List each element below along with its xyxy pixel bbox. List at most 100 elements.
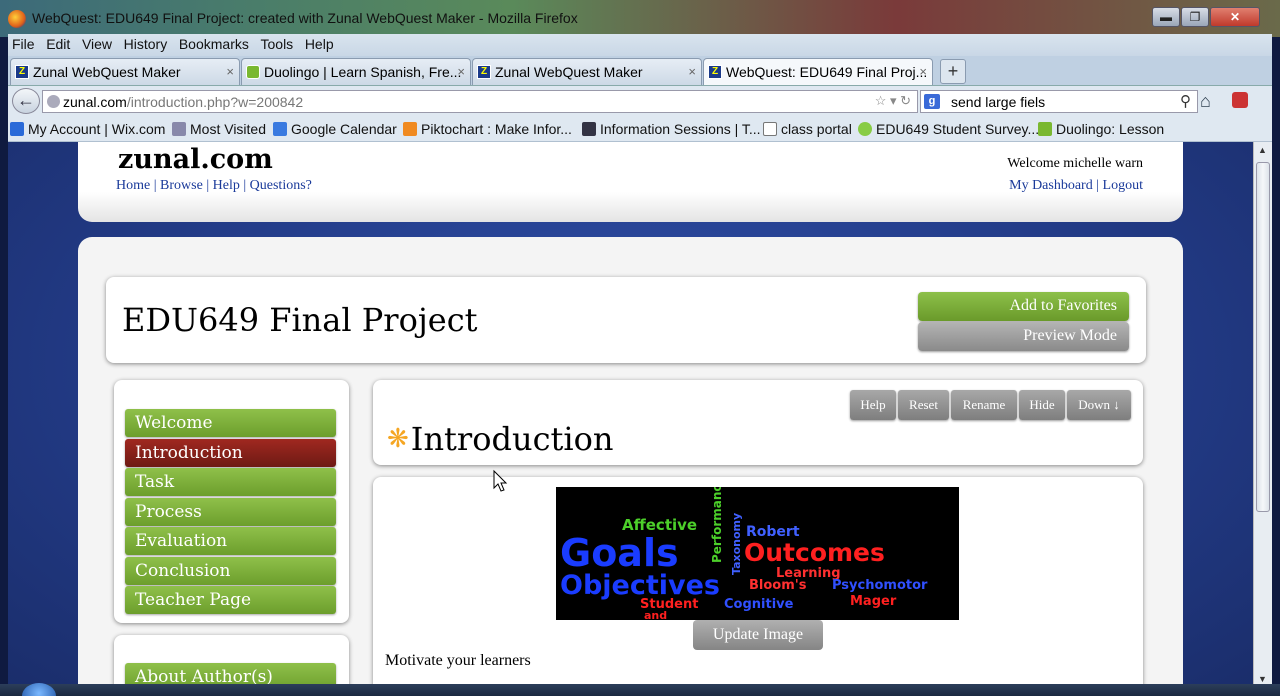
search-icon[interactable]: ⚲ [1180, 92, 1191, 110]
back-button[interactable]: ← [12, 88, 40, 114]
hide-button[interactable]: Hide [1019, 390, 1065, 420]
new-tab-button[interactable]: + [940, 59, 966, 84]
word-psychomotor: Psychomotor [832, 578, 928, 593]
search-bar[interactable]: g send large fiels ⚲ [920, 90, 1198, 113]
url-path: /introduction.php?w=200842 [126, 94, 304, 110]
bookmark-label: Duolingo: Lesson [1056, 121, 1165, 137]
bookmarks-toolbar: My Account | Wix.com Most Visited Google… [8, 116, 1272, 142]
sidebar-item-task[interactable]: Task [125, 468, 336, 496]
menu-view[interactable]: View [78, 34, 116, 54]
bookmark-info-sessions[interactable]: Information Sessions | T... [582, 121, 761, 137]
menu-bar: File Edit View History Bookmarks Tools H… [8, 34, 1272, 56]
window-title: WebQuest: EDU649 Final Project: created … [32, 10, 578, 26]
bookmark-edu649-survey[interactable]: EDU649 Student Survey... [858, 121, 1039, 137]
menu-bookmarks[interactable]: Bookmarks [175, 34, 253, 54]
menu-tools[interactable]: Tools [257, 34, 298, 54]
main-panel: EDU649 Final Project Add to Favorites Pr… [78, 237, 1183, 696]
tab-bar: Z Zunal WebQuest Maker × Duolingo | Lear… [8, 56, 1272, 86]
star-reload-icons[interactable]: ☆ ▾ ↻ [875, 93, 911, 109]
google-icon[interactable]: g [924, 94, 940, 109]
bookmark-label: Most Visited [190, 121, 266, 137]
tab-label: Zunal WebQuest Maker [495, 64, 643, 80]
section-content-box: Affective Performance Taxonomy Robert Go… [373, 477, 1143, 696]
bookmark-most-visited[interactable]: Most Visited [172, 121, 266, 137]
vertical-scrollbar[interactable]: ▲ ▼ [1253, 142, 1272, 696]
bookmark-label: Google Calendar [291, 121, 397, 137]
bookmark-piktochart[interactable]: Piktochart : Make Infor... [403, 121, 572, 137]
add-to-favorites-button[interactable]: Add to Favorites [918, 292, 1129, 321]
duolingo-icon [1038, 122, 1052, 136]
folder-icon [172, 122, 186, 136]
word-blooms: Bloom's [749, 578, 807, 593]
firefox-icon [8, 10, 26, 28]
wix-icon [10, 122, 24, 136]
tab-zunal-1[interactable]: Z Zunal WebQuest Maker × [10, 58, 240, 85]
site-logo[interactable]: zunal.com [118, 144, 273, 175]
rename-button[interactable]: Rename [951, 390, 1017, 420]
scrollbar-thumb[interactable] [1256, 162, 1270, 512]
section-heading-text: Introduction [410, 420, 614, 458]
reset-button[interactable]: Reset [898, 390, 949, 420]
bookmark-wix[interactable]: My Account | Wix.com [10, 121, 165, 137]
preview-mode-button[interactable]: Preview Mode [918, 322, 1129, 351]
link-dashboard[interactable]: My Dashboard [1009, 178, 1093, 193]
link-questions[interactable]: Questions? [250, 178, 312, 193]
bookmark-label: class portal [781, 121, 852, 137]
word-objectives: Objectives [560, 570, 720, 601]
zunal-icon: Z [15, 65, 29, 79]
sidebar-item-teacher-page[interactable]: Teacher Page [125, 586, 336, 614]
addon-icon[interactable] [1232, 92, 1248, 108]
tab-close-icon[interactable]: × [457, 64, 465, 79]
menu-edit[interactable]: Edit [42, 34, 74, 54]
sidebar-item-conclusion[interactable]: Conclusion [125, 557, 336, 585]
help-button[interactable]: Help [850, 390, 896, 420]
update-image-button[interactable]: Update Image [693, 620, 823, 650]
tab-webquest-active[interactable]: Z WebQuest: EDU649 Final Proj... × [703, 58, 933, 85]
bookmark-label: Piktochart : Make Infor... [421, 121, 572, 137]
menu-history[interactable]: History [120, 34, 172, 54]
site-header: zunal.com Home | Browse | Help | Questio… [78, 142, 1183, 222]
move-down-button[interactable]: Down ↓ [1067, 390, 1131, 420]
globe-icon [47, 95, 60, 108]
tab-duolingo[interactable]: Duolingo | Learn Spanish, Fre... × [241, 58, 471, 85]
bookmark-class-portal[interactable]: class portal [763, 121, 852, 137]
calendar-icon [273, 122, 287, 136]
window-frame-left [0, 0, 8, 696]
sidebar-item-welcome[interactable]: Welcome [125, 409, 336, 437]
menu-file[interactable]: File [8, 34, 39, 54]
word-goals: Goals [560, 531, 679, 575]
sidebar-nav: Welcome Introduction Task Process Evalua… [114, 380, 349, 623]
sidebar-item-process[interactable]: Process [125, 498, 336, 526]
restore-button[interactable]: ❐ [1181, 7, 1209, 27]
home-icon[interactable]: ⌂ [1200, 91, 1211, 112]
link-browse[interactable]: Browse [160, 178, 203, 193]
bookmark-duolingo-lesson[interactable]: Duolingo: Lesson [1038, 121, 1164, 137]
word-outcomes: Outcomes [744, 538, 885, 567]
bookmark-google-calendar[interactable]: Google Calendar [273, 121, 397, 137]
scroll-up-icon[interactable]: ▲ [1258, 145, 1267, 155]
bookmark-label: My Account | Wix.com [28, 121, 166, 137]
project-title-box: EDU649 Final Project Add to Favorites Pr… [106, 277, 1146, 363]
link-logout[interactable]: Logout [1103, 178, 1143, 193]
tab-close-icon[interactable]: × [226, 64, 234, 79]
tab-zunal-2[interactable]: Z Zunal WebQuest Maker × [472, 58, 702, 85]
zunal-icon: Z [477, 65, 491, 79]
tab-label: Zunal WebQuest Maker [33, 64, 181, 80]
word-robert: Robert [746, 524, 800, 540]
link-help[interactable]: Help [213, 178, 240, 193]
link-home[interactable]: Home [116, 178, 150, 193]
scroll-down-icon[interactable]: ▼ [1258, 674, 1267, 684]
tab-close-icon[interactable]: × [919, 64, 927, 79]
sidebar-item-evaluation[interactable]: Evaluation [125, 527, 336, 555]
mouse-cursor-icon [493, 469, 508, 492]
menu-help[interactable]: Help [301, 34, 338, 54]
word-and: and [644, 609, 668, 620]
tab-close-icon[interactable]: × [688, 64, 696, 79]
word-performance: Performance [710, 487, 724, 563]
tab-label: WebQuest: EDU649 Final Proj... [726, 64, 928, 80]
close-button[interactable]: ✕ [1210, 7, 1260, 27]
section-header-box: Help Reset Rename Hide Down ↓ ❋Introduct… [373, 380, 1143, 465]
sidebar-item-introduction[interactable]: Introduction [125, 439, 336, 467]
minimize-button[interactable]: ▬ [1152, 7, 1180, 27]
url-bar[interactable]: zunal.com/introduction.php?w=200842 ☆ ▾ … [42, 90, 918, 113]
